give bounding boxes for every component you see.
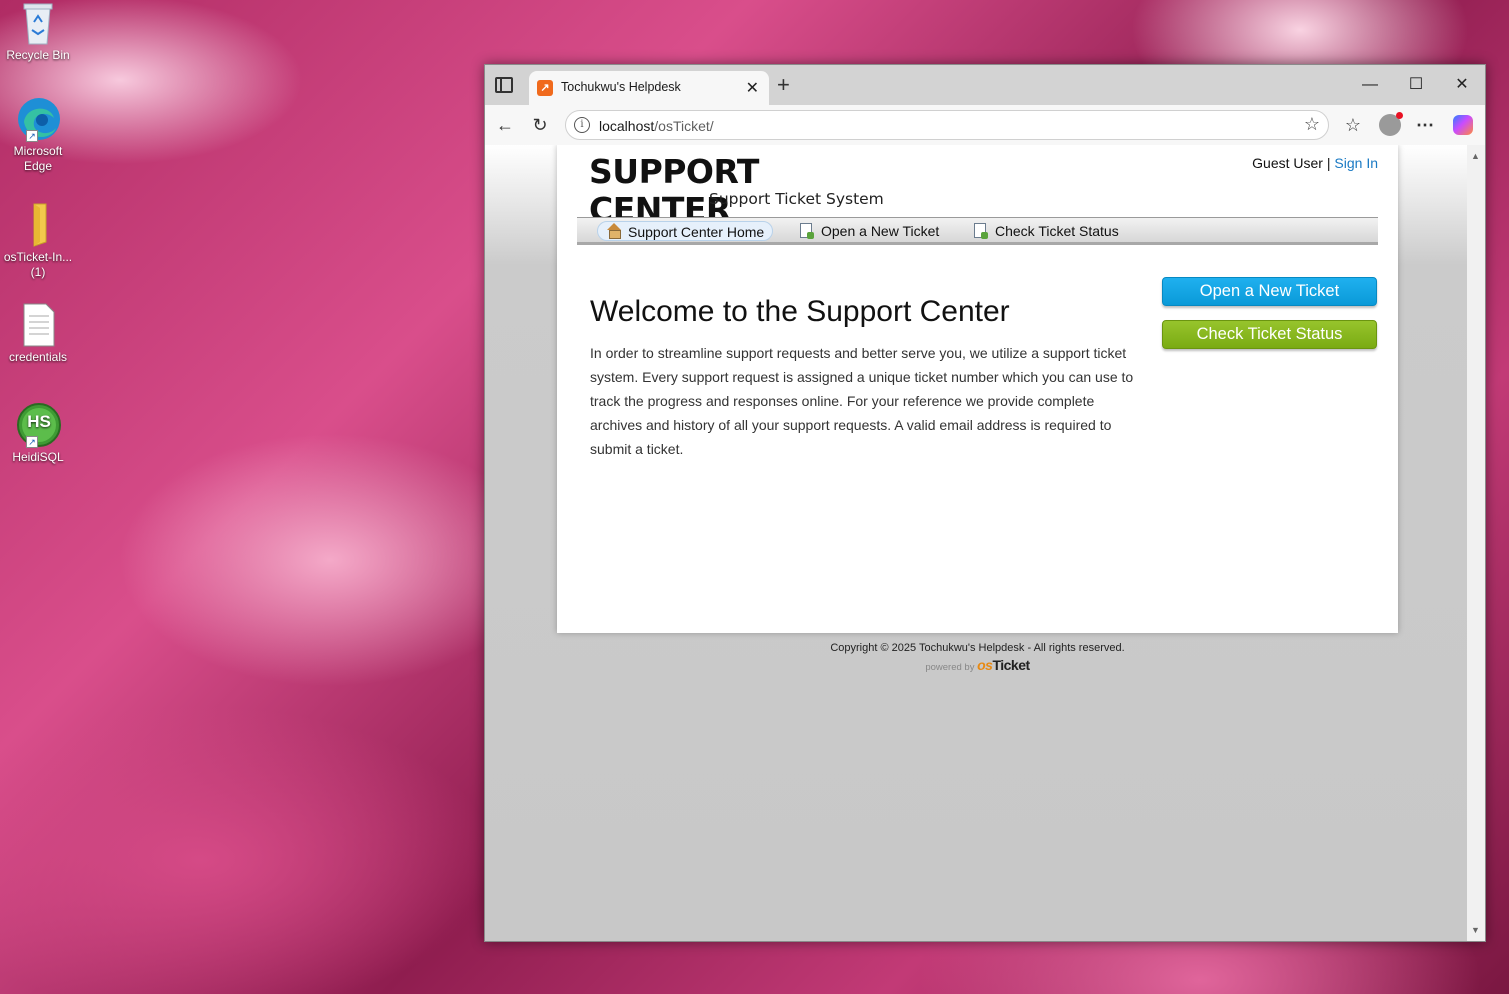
nav-label: Open a New Ticket [821,223,940,239]
shortcut-arrow-icon: ↗ [26,130,38,142]
osticket-logo-os: os [977,657,993,673]
desktop-icon-edge[interactable]: ↗ Microsoft Edge [2,96,74,174]
favorite-star-icon[interactable]: ☆ [1304,114,1320,135]
heidisql-badge: HS [27,412,51,431]
heidisql-icon: HS ↗ [16,402,61,448]
address-bar[interactable]: i localhost/osTicket/ ☆ [565,110,1329,140]
guest-user-label: Guest User [1252,155,1323,171]
nav-label: Check Ticket Status [995,223,1119,239]
scroll-down-icon[interactable]: ▼ [1471,925,1480,935]
site-info-icon[interactable]: i [574,117,590,133]
new-ticket-icon [800,223,814,239]
scroll-up-icon[interactable]: ▲ [1471,151,1480,161]
desktop-icon-recycle-bin[interactable]: Recycle Bin [2,0,74,63]
favorites-icon[interactable]: ☆ [1341,113,1365,137]
minimize-button[interactable]: — [1347,73,1393,97]
shortcut-arrow-icon: ↗ [26,436,38,448]
nav-open-new-ticket[interactable]: Open a New Ticket [791,221,947,241]
desktop-icon-credentials[interactable]: credentials [2,302,74,365]
desktop-icon-label: HeidiSQL [12,450,64,464]
main-nav: Support Center Home Open a New Ticket Ch… [577,217,1378,245]
maximize-button[interactable]: ☐ [1393,73,1439,97]
tab-helpdesk[interactable]: ↗ Tochukwu's Helpdesk ✕ [529,71,769,105]
new-tab-button[interactable]: + [777,72,790,98]
powered-by-osticket[interactable]: powered by osTicket [557,657,1398,673]
text-file-icon [16,302,60,348]
desktop-icon-label: Recycle Bin [6,48,70,62]
vertical-scrollbar[interactable]: ▲ ▼ [1467,145,1485,941]
osticket-logo-ticket: Ticket [992,657,1030,673]
user-bar: Guest User | Sign In [1252,155,1378,171]
nav-check-ticket-status[interactable]: Check Ticket Status [965,221,1127,241]
url-path: /osTicket/ [654,118,714,134]
edge-icon: ↗ [16,96,60,142]
url-text: localhost/osTicket/ [599,118,714,134]
close-window-button[interactable]: ✕ [1439,73,1485,97]
logo-subtitle: Support Ticket System [709,190,884,208]
copilot-icon[interactable] [1453,115,1473,135]
url-host: localhost [599,118,655,134]
nav-label: Support Center Home [628,224,765,240]
home-icon [607,223,621,239]
browser-window: ↗ Tochukwu's Helpdesk ✕ + — ☐ ✕ ← ↻ i lo… [484,64,1486,942]
desktop-icon-label: credentials [8,350,68,364]
browser-toolbar: ← ↻ i localhost/osTicket/ ☆ ☆ ⋯ [485,105,1485,145]
osticket-logo: osTicket [977,657,1030,673]
tab-title: Tochukwu's Helpdesk [561,80,681,94]
tab-close-icon[interactable]: ✕ [746,78,759,98]
powered-by-label: powered by [925,662,975,673]
ticket-status-icon [974,223,988,239]
more-options-icon[interactable]: ⋯ [1413,113,1437,137]
nav-support-center-home[interactable]: Support Center Home [597,221,774,241]
back-button[interactable]: ← [493,113,517,137]
check-ticket-status-button[interactable]: Check Ticket Status [1162,320,1377,349]
desktop-icon-heidisql[interactable]: HS ↗ HeidiSQL [2,402,74,465]
tab-bar: ↗ Tochukwu's Helpdesk ✕ + — ☐ ✕ [485,65,1485,105]
support-center-page: SUPPORT CENTER Support Ticket System Gue… [557,145,1398,633]
desktop-icon-label: Microsoft Edge [13,144,63,173]
osticket-favicon-icon: ↗ [537,80,553,96]
sign-in-link[interactable]: Sign In [1334,155,1378,171]
footer-copyright: Copyright © 2025 Tochukwu's Helpdesk - A… [830,642,1125,654]
user-separator: | [1326,155,1331,171]
open-new-ticket-button[interactable]: Open a New Ticket [1162,277,1377,306]
tab-actions-icon[interactable] [495,77,513,93]
desktop-icon-label: osTicket-In... (1) [3,250,73,279]
folder-icon [16,202,60,248]
page-viewport: SUPPORT CENTER Support Ticket System Gue… [485,145,1467,941]
welcome-heading: Welcome to the Support Center [590,295,1010,328]
intro-text: In order to streamline support requests … [590,345,1134,457]
profile-avatar-icon[interactable] [1379,112,1403,136]
desktop-icon-osticket-folder[interactable]: osTicket-In... (1) [2,202,74,280]
refresh-button[interactable]: ↻ [528,113,552,137]
recycle-bin-icon [16,0,60,46]
